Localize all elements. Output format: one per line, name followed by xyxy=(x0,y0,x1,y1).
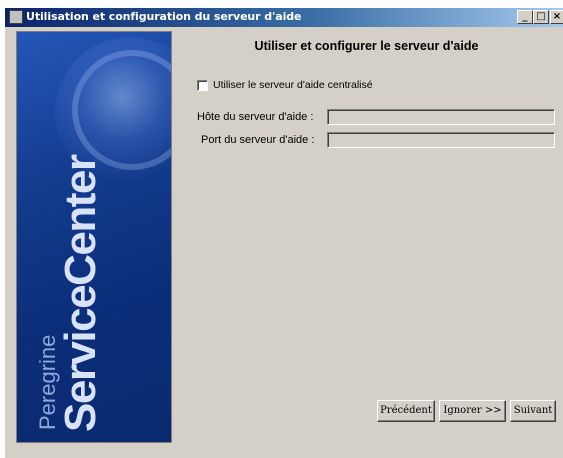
minimize-button[interactable]: _ xyxy=(517,10,533,24)
brand-logo-text: Peregrine ServiceCenter xyxy=(35,155,105,432)
brand-side-panel: Peregrine ServiceCenter xyxy=(16,31,172,443)
host-input[interactable] xyxy=(327,109,555,125)
host-field-label: Hôte du serveur d'aide : xyxy=(197,111,314,123)
window-title: Utilisation et configuration du serveur … xyxy=(26,10,302,23)
centralized-server-checkbox[interactable] xyxy=(197,80,208,91)
port-field-label: Port du serveur d'aide : xyxy=(201,134,315,146)
title-bar[interactable]: Utilisation et configuration du serveur … xyxy=(5,8,563,27)
close-button[interactable]: × xyxy=(550,10,563,24)
app-icon xyxy=(9,10,23,24)
maximize-button[interactable]: □ xyxy=(533,10,549,24)
centralized-server-label: Utiliser le serveur d'aide centralisé xyxy=(213,79,373,91)
skip-button[interactable]: Ignorer >> xyxy=(439,400,506,422)
previous-button[interactable]: Précédent xyxy=(377,400,435,422)
page-title: Utiliser et configurer le serveur d'aide xyxy=(254,39,479,53)
port-input[interactable] xyxy=(327,132,555,148)
brand-product-name: ServiceCenter xyxy=(56,155,105,432)
next-button[interactable]: Suivant xyxy=(510,400,556,422)
